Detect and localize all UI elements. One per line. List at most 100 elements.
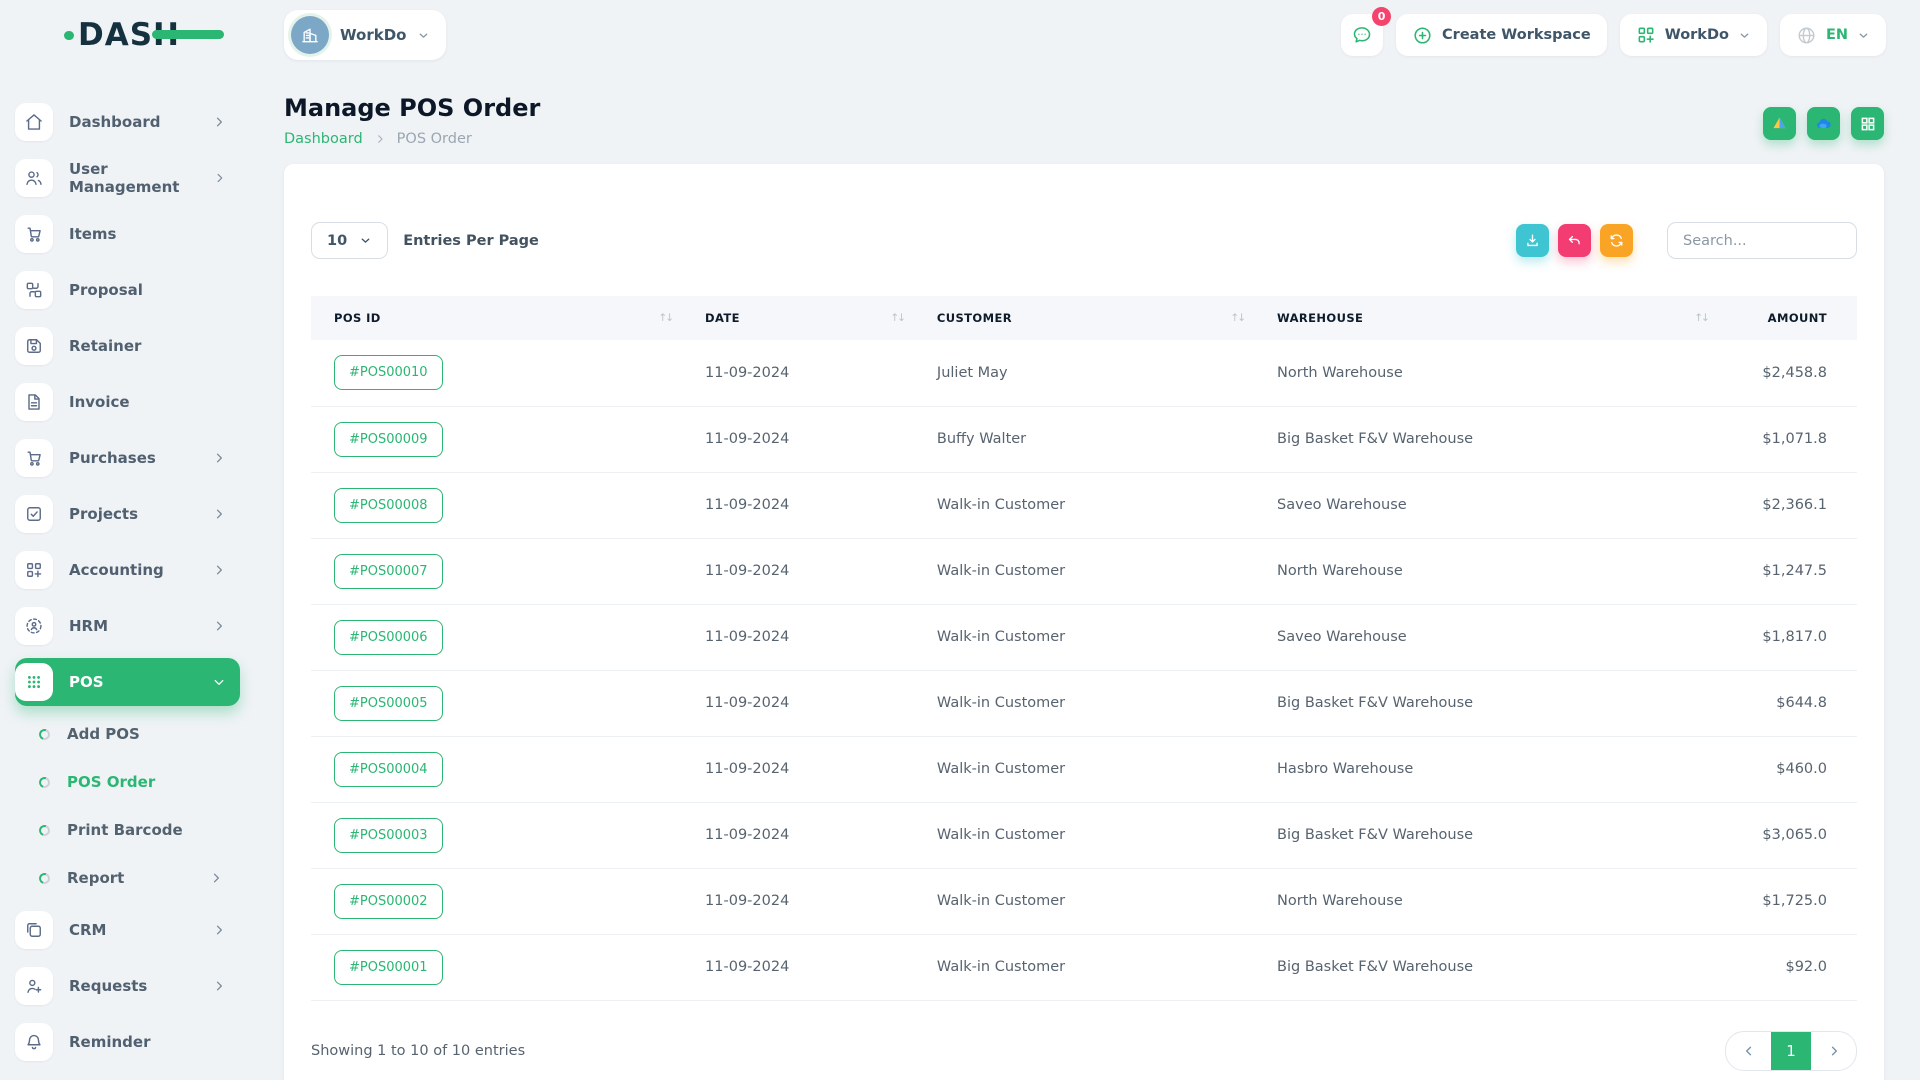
google-drive-button[interactable]: [1763, 107, 1796, 140]
pos-id-link[interactable]: #POS00002: [334, 884, 443, 919]
onedrive-icon: [1814, 114, 1834, 134]
table-row: #POS00005 11-09-2024 Walk-in Customer Bi…: [311, 670, 1857, 736]
bullet-icon: [37, 727, 52, 742]
pos-id-link[interactable]: #POS00001: [334, 950, 443, 985]
pos-id-link[interactable]: #POS00009: [334, 422, 443, 457]
chevron-down-icon: [1738, 29, 1751, 42]
check-square-icon: [24, 504, 44, 524]
chevron-down-icon: [359, 234, 372, 247]
messages-button[interactable]: 0: [1341, 14, 1383, 56]
document-icon: [24, 392, 44, 412]
sidebar-item-reminder[interactable]: Reminder: [15, 1018, 240, 1066]
chevron-right-icon: [212, 979, 226, 993]
sidebar-item-crm[interactable]: CRM: [15, 906, 240, 954]
bullet-icon: [37, 871, 52, 886]
sidebar-item-purchases[interactable]: Purchases: [15, 434, 240, 482]
chevron-right-icon: [212, 563, 226, 577]
column-header-customer[interactable]: CUSTOMER↑↓: [914, 296, 1254, 340]
sidebar-item-user-management[interactable]: User Management: [15, 154, 240, 202]
table-row: #POS00003 11-09-2024 Walk-in Customer Bi…: [311, 802, 1857, 868]
user-plus-icon: [24, 976, 44, 996]
sidebar-item-dashboard[interactable]: Dashboard: [15, 98, 240, 146]
chat-count-badge: 0: [1372, 7, 1391, 26]
sort-icon: ↑↓: [658, 312, 672, 324]
grid-view-button[interactable]: [1851, 107, 1884, 140]
pos-id-link[interactable]: #POS00004: [334, 752, 443, 787]
logo-dash-icon: [64, 31, 74, 40]
sidebar-item-invoice[interactable]: Invoice: [15, 378, 240, 426]
download-icon: [1524, 232, 1541, 249]
language-code: EN: [1826, 27, 1848, 43]
breadcrumb-current: POS Order: [397, 131, 472, 147]
column-header-pos-id[interactable]: POS ID↑↓: [311, 296, 682, 340]
bell-icon: [24, 1032, 44, 1052]
app-logo[interactable]: DASH: [0, 17, 260, 53]
sidebar-item-projects[interactable]: Projects: [15, 490, 240, 538]
sidebar-subitem-pos-order[interactable]: POS Order: [0, 762, 240, 802]
sidebar-item-items[interactable]: Items: [15, 210, 240, 258]
sidebar-subitem-report[interactable]: Report: [0, 858, 240, 898]
cart-icon: [24, 448, 44, 468]
pos-order-card: 10 Entries Per Page: [284, 164, 1884, 1080]
sidebar-item-pos[interactable]: POS: [15, 658, 240, 706]
create-workspace-button[interactable]: Create Workspace: [1396, 14, 1607, 56]
sidebar-item-requests[interactable]: Requests: [15, 962, 240, 1010]
pos-order-table: POS ID↑↓ DATE↑↓ CUSTOMER↑↓ WAREHOUSE↑↓ A…: [311, 296, 1857, 1001]
main-content: Manage POS Order Dashboard POS Order: [260, 70, 1920, 1080]
language-selector[interactable]: EN: [1780, 14, 1886, 56]
previous-page-button[interactable]: [1726, 1032, 1771, 1070]
entries-per-page-select[interactable]: 10: [311, 222, 388, 259]
undo-button[interactable]: [1558, 224, 1591, 257]
export-download-button[interactable]: [1516, 224, 1549, 257]
workspace-avatar: [291, 16, 329, 54]
pos-id-link[interactable]: #POS00003: [334, 818, 443, 853]
sidebar-subitem-print-barcode[interactable]: Print Barcode: [0, 810, 240, 850]
workspace-switcher[interactable]: WorkDo: [284, 10, 446, 60]
chevron-down-icon: [212, 675, 226, 689]
pos-id-link[interactable]: #POS00005: [334, 686, 443, 721]
table-row: #POS00001 11-09-2024 Walk-in Customer Bi…: [311, 934, 1857, 1000]
search-input[interactable]: [1667, 222, 1857, 259]
sort-icon: ↑↓: [1694, 312, 1708, 324]
next-page-button[interactable]: [1811, 1032, 1856, 1070]
breadcrumb-dashboard-link[interactable]: Dashboard: [284, 131, 363, 147]
chevron-right-icon: [212, 451, 226, 465]
sidebar-item-retainer[interactable]: Retainer: [15, 322, 240, 370]
refresh-button[interactable]: [1600, 224, 1633, 257]
chevron-right-icon: [212, 619, 226, 633]
google-drive-icon: [1770, 114, 1789, 133]
pos-id-link[interactable]: #POS00008: [334, 488, 443, 523]
workdo-menu-label: WorkDo: [1665, 27, 1729, 43]
column-header-warehouse[interactable]: WAREHOUSE↑↓: [1254, 296, 1718, 340]
sidebar-item-hrm[interactable]: HRM: [15, 602, 240, 650]
sort-icon: ↑↓: [890, 312, 904, 324]
table-row: #POS00008 11-09-2024 Walk-in Customer Sa…: [311, 472, 1857, 538]
chevron-left-icon: [1742, 1044, 1756, 1058]
sidebar-subitem-add-pos[interactable]: Add POS: [0, 714, 240, 754]
grid-dots-icon: [24, 672, 44, 692]
sidebar-item-accounting[interactable]: Accounting: [15, 546, 240, 594]
pos-id-link[interactable]: #POS00007: [334, 554, 443, 589]
onedrive-button[interactable]: [1807, 107, 1840, 140]
page-number-button[interactable]: 1: [1771, 1032, 1811, 1070]
save-icon: [24, 336, 44, 356]
column-header-date[interactable]: DATE↑↓: [682, 296, 914, 340]
column-header-amount[interactable]: AMOUNT: [1718, 296, 1857, 340]
sort-icon: ↑↓: [1230, 312, 1244, 324]
chevron-right-icon: [213, 171, 226, 185]
layers-square-icon: [24, 920, 44, 940]
entries-per-page-label: Entries Per Page: [403, 233, 539, 249]
table-row: #POS00010 11-09-2024 Juliet May North Wa…: [311, 340, 1857, 406]
apps-grid-icon: [1859, 115, 1877, 133]
users-icon: [24, 168, 44, 188]
topbar: DASH WorkDo 0 Create Workspace WorkDo EN: [0, 0, 1920, 70]
pos-id-link[interactable]: #POS00010: [334, 355, 443, 390]
chevron-right-icon: [212, 923, 226, 937]
sidebar-item-proposal[interactable]: Proposal: [15, 266, 240, 314]
workdo-menu-button[interactable]: WorkDo: [1620, 14, 1767, 56]
sidebar: Dashboard User Management Items Proposal…: [0, 70, 260, 1080]
undo-arrow-icon: [1566, 232, 1583, 249]
chevron-right-icon: [212, 115, 226, 129]
grid-plus-icon: [24, 560, 44, 580]
pos-id-link[interactable]: #POS00006: [334, 620, 443, 655]
